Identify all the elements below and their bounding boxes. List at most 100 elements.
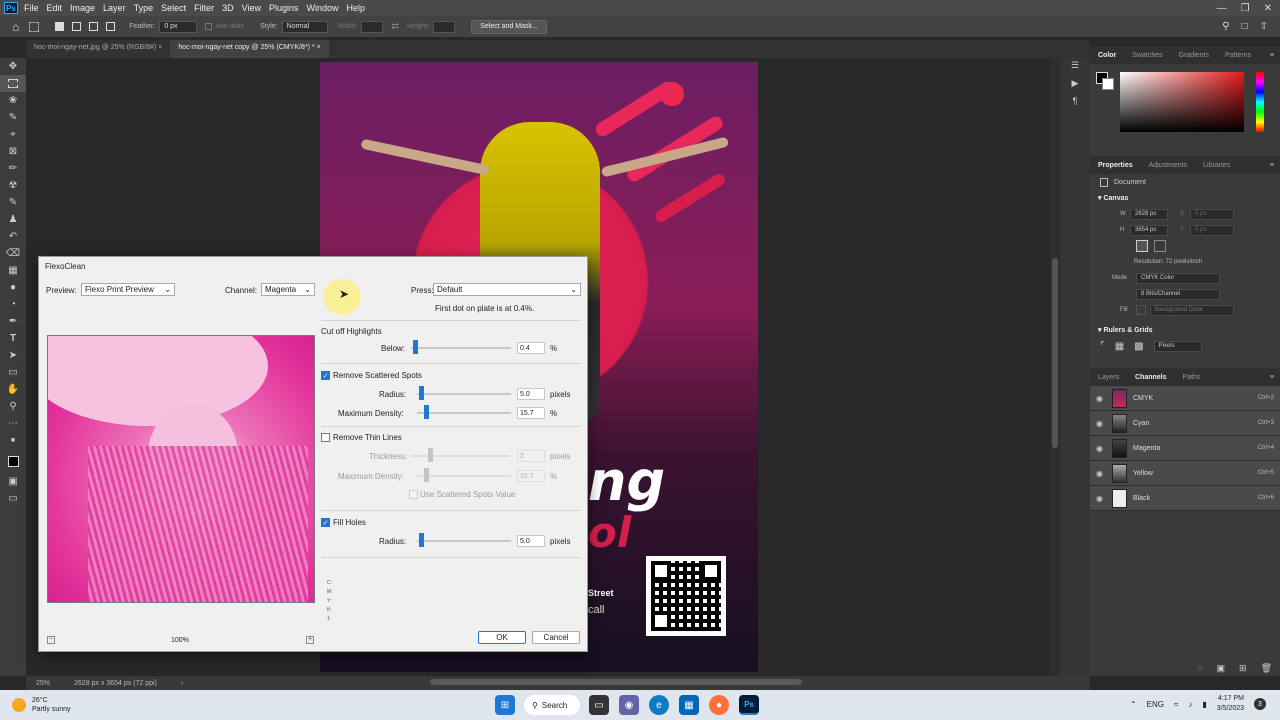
minimize-icon[interactable]: — <box>1217 3 1227 14</box>
mode-select[interactable]: CMYK Color <box>1136 272 1220 284</box>
history-panel-icon[interactable]: ☰ <box>1068 60 1082 74</box>
cancel-button[interactable]: Cancel <box>532 631 580 644</box>
press-select[interactable]: Default ⌄ <box>433 283 581 296</box>
menu-filter[interactable]: Filter <box>194 3 214 13</box>
load-selection-icon[interactable]: ◌ <box>1197 663 1202 674</box>
tab-color[interactable]: Color <box>1090 52 1124 59</box>
menu-plugins[interactable]: Plugins <box>269 3 299 13</box>
remove-scattered-checkbox[interactable]: ✓ <box>321 371 330 380</box>
visibility-eye-icon[interactable]: ◉ <box>1096 444 1106 453</box>
weather-icon[interactable] <box>12 698 26 712</box>
healing-tool-icon[interactable]: ☢ <box>0 177 26 194</box>
menu-type[interactable]: Type <box>134 3 154 13</box>
tab-libraries[interactable]: Libraries <box>1195 162 1238 169</box>
visibility-eye-icon[interactable]: ◉ <box>1096 469 1106 478</box>
fill-swatch[interactable] <box>1136 305 1146 315</box>
paragraph-panel-icon[interactable]: ¶ <box>1068 96 1082 110</box>
menu-help[interactable]: Help <box>347 3 366 13</box>
portrait-icon[interactable] <box>1136 240 1148 252</box>
type-tool-icon[interactable]: T <box>0 330 26 347</box>
weather-widget[interactable]: 26°C Partly sunny <box>32 696 71 714</box>
landscape-icon[interactable] <box>1154 240 1166 252</box>
firefox-icon[interactable]: ● <box>709 695 729 715</box>
tray-chevron-icon[interactable]: ⌃ <box>1130 700 1137 709</box>
actions-panel-icon[interactable]: ▶ <box>1068 78 1082 92</box>
vertical-scrollbar[interactable] <box>1050 58 1060 676</box>
frame-tool-icon[interactable]: ⊠ <box>0 143 26 160</box>
visibility-eye-icon[interactable]: ◉ <box>1096 394 1106 403</box>
home-icon[interactable]: ⌂ <box>12 20 19 34</box>
canvas-section-title[interactable]: ▾ Canvas <box>1090 190 1280 206</box>
max-density-input[interactable]: 15.7 <box>517 407 545 419</box>
workspace-icon[interactable]: □ <box>1242 21 1248 32</box>
menu-window[interactable]: Window <box>307 3 339 13</box>
radius-track[interactable] <box>417 393 511 395</box>
fill-radius-track[interactable] <box>417 540 511 542</box>
zoom-level[interactable]: 25% <box>36 680 50 687</box>
tab-channels[interactable]: Channels <box>1127 374 1175 381</box>
marquee-tool-icon[interactable] <box>0 75 26 92</box>
channel-row[interactable]: ◉ Yellow Ctrl+5 <box>1090 461 1280 486</box>
delete-channel-icon[interactable]: 🗑 <box>1261 663 1272 674</box>
search-box[interactable]: ⚲ Search <box>524 695 580 715</box>
path-select-tool-icon[interactable]: ➤ <box>0 347 26 364</box>
tab-layers[interactable]: Layers <box>1090 374 1127 381</box>
save-selection-icon[interactable]: ▣ <box>1217 663 1226 674</box>
volume-icon[interactable]: ♪ <box>1188 700 1192 709</box>
history-brush-tool-icon[interactable]: ↶ <box>0 228 26 245</box>
radius-input[interactable]: 5.0 <box>517 388 545 400</box>
zoom-tool-icon[interactable]: ⚲ <box>0 398 26 415</box>
marquee-preset-icon[interactable] <box>29 21 40 32</box>
move-tool-icon[interactable]: ✥ <box>0 58 26 75</box>
zoom-in-icon[interactable]: + <box>306 636 314 644</box>
quick-mask-icon[interactable]: ▣ <box>0 473 26 490</box>
tab-adjustments[interactable]: Adjustments <box>1141 162 1196 169</box>
tab-patterns[interactable]: Patterns <box>1217 52 1259 59</box>
shape-tool-icon[interactable]: ▭ <box>0 364 26 381</box>
default-colors-icon[interactable]: ■ <box>0 432 26 449</box>
grid-icon[interactable]: ▦ <box>1115 341 1124 352</box>
edge-icon[interactable]: e <box>649 695 669 715</box>
foreground-color-icon[interactable] <box>0 449 26 473</box>
max-density-track[interactable] <box>417 412 511 414</box>
quick-select-tool-icon[interactable]: ✎ <box>0 109 26 126</box>
hand-tool-icon[interactable]: ✋ <box>0 381 26 398</box>
below-input[interactable]: 0.4 <box>517 342 545 354</box>
height-input[interactable] <box>433 20 456 33</box>
below-slider[interactable] <box>413 340 418 354</box>
dodge-tool-icon[interactable]: ◔ <box>0 296 26 313</box>
width-input[interactable] <box>361 20 384 33</box>
max-density-slider[interactable] <box>424 405 429 419</box>
document-info[interactable]: 2628 px x 3654 px (72 ppi) <box>74 680 157 687</box>
hue-slider[interactable] <box>1256 72 1264 132</box>
height-field[interactable]: 3654 px <box>1130 224 1168 236</box>
gradient-tool-icon[interactable]: ▦ <box>0 262 26 279</box>
photoshop-taskbar-icon[interactable]: Ps <box>739 695 759 715</box>
channel-row[interactable]: ◉ Magenta Ctrl+4 <box>1090 436 1280 461</box>
crop-tool-icon[interactable]: ⌖ <box>0 126 26 143</box>
blur-tool-icon[interactable]: ● <box>0 279 26 296</box>
menu-select[interactable]: Select <box>161 3 186 13</box>
battery-icon[interactable]: ▮ <box>1202 700 1206 709</box>
units-select[interactable]: Pixels <box>1153 340 1202 352</box>
restore-icon[interactable]: ❐ <box>1241 3 1250 14</box>
panel-menu-icon[interactable]: ≡ <box>1270 162 1274 169</box>
tab-properties[interactable]: Properties <box>1090 162 1141 169</box>
lasso-tool-icon[interactable]: ❀ <box>0 92 26 109</box>
feather-input[interactable]: 0 px <box>159 20 198 33</box>
tab-swatches[interactable]: Swatches <box>1124 52 1170 59</box>
fill-radius-slider[interactable] <box>419 533 424 547</box>
new-channel-icon[interactable]: ⊞ <box>1239 663 1247 674</box>
visibility-eye-icon[interactable]: ◉ <box>1096 494 1106 503</box>
background-swatch[interactable] <box>1102 78 1114 90</box>
preview-select[interactable]: Flexo Print Preview ⌄ <box>81 283 175 296</box>
menu-view[interactable]: View <box>242 3 261 13</box>
close-tab-icon[interactable]: × <box>158 44 162 51</box>
x-field[interactable]: 0 px <box>1190 208 1234 220</box>
status-arrow-icon[interactable]: › <box>181 680 183 687</box>
menu-file[interactable]: File <box>24 3 39 13</box>
new-selection-icon[interactable] <box>55 22 65 31</box>
below-track[interactable] <box>411 347 511 349</box>
menu-layer[interactable]: Layer <box>103 3 126 13</box>
search-icon[interactable]: ⚲ <box>1222 21 1229 32</box>
